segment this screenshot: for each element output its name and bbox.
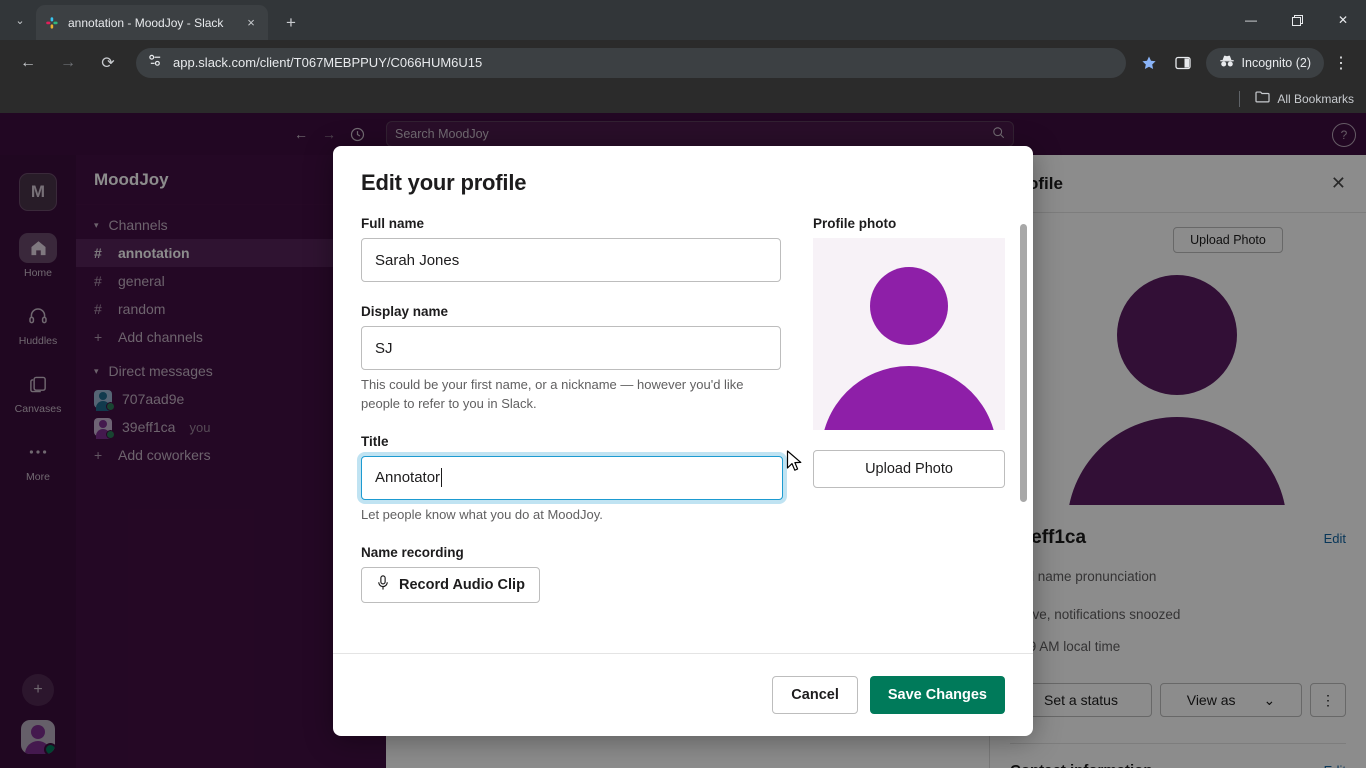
maximize-icon[interactable] [1274, 0, 1320, 40]
mouse-cursor [786, 450, 804, 474]
full-name-value: Sarah Jones [375, 251, 460, 269]
forward-icon[interactable]: → [52, 47, 84, 79]
chevron-down-icon: ⌄ [15, 14, 25, 27]
bookmarks-bar: All Bookmarks [0, 85, 1366, 113]
title-input[interactable]: Annotator [361, 455, 783, 500]
window-close-icon[interactable]: ✕ [1320, 0, 1366, 40]
record-button-label: Record Audio Clip [399, 576, 525, 593]
modal-photo-column: Profile photo Upload Photo [813, 216, 1005, 488]
display-name-input[interactable]: SJ [361, 326, 781, 370]
cancel-button[interactable]: Cancel [772, 676, 858, 714]
title-help: Let people know what you do at MoodJoy. [361, 506, 603, 522]
incognito-indicator[interactable]: Incognito (2) [1205, 47, 1324, 78]
profile-photo-label: Profile photo [813, 216, 897, 231]
back-icon[interactable]: ← [12, 47, 44, 79]
all-bookmarks-label[interactable]: All Bookmarks [1277, 92, 1354, 106]
browser-menu-icon[interactable]: ⋮ [1326, 48, 1356, 78]
modal-footer: Cancel Save Changes [333, 653, 1033, 736]
title-value: Annotator [375, 469, 441, 487]
edit-profile-modal: Edit your profile Full name Sarah Jones … [333, 146, 1033, 736]
close-icon[interactable]: × [242, 14, 260, 32]
slack-favicon-icon [44, 15, 60, 31]
folder-icon [1255, 90, 1270, 108]
display-name-value: SJ [375, 339, 393, 357]
browser-tab-strip: ⌄ annotation - MoodJoy - Slack × + — ✕ [0, 0, 1366, 40]
default-avatar-head-icon [870, 267, 948, 345]
incognito-icon [1219, 54, 1235, 71]
browser-tab-title: annotation - MoodJoy - Slack [68, 15, 224, 30]
display-name-help: This could be your first name, or a nick… [361, 377, 744, 411]
window-controls: — ✕ [1228, 0, 1366, 40]
modal-body: Edit your profile Full name Sarah Jones … [333, 146, 1033, 653]
name-recording-label: Name recording [361, 544, 464, 560]
tab-search-button[interactable]: ⌄ [6, 6, 34, 34]
url-text: app.slack.com/client/T067MEBPPUY/C066HUM… [173, 55, 483, 70]
profile-photo-preview [813, 238, 1005, 430]
reload-icon[interactable]: ⟳ [92, 47, 124, 79]
upload-photo-button[interactable]: Upload Photo [813, 450, 1005, 488]
microphone-icon [376, 574, 390, 595]
save-changes-button[interactable]: Save Changes [869, 676, 1005, 714]
address-bar[interactable]: app.slack.com/client/T067MEBPPUY/C066HUM… [136, 47, 1126, 78]
browser-toolbar: ← → ⟳ app.slack.com/client/T067MEBPPUY/C… [0, 40, 1366, 85]
side-panel-icon[interactable] [1168, 48, 1198, 78]
incognito-label: Incognito (2) [1241, 55, 1311, 70]
minimize-icon[interactable]: — [1228, 0, 1274, 40]
new-tab-button[interactable]: + [277, 9, 305, 37]
record-audio-clip-button[interactable]: Record Audio Clip [361, 566, 540, 603]
title-label: Title [361, 433, 389, 449]
divider [1239, 91, 1241, 107]
bookmark-star-icon[interactable] [1134, 48, 1164, 78]
modal-form-column: Full name Sarah Jones Display name SJ Th… [361, 216, 783, 603]
modal-title: Edit your profile [361, 170, 527, 195]
page-info-icon[interactable] [148, 53, 163, 73]
full-name-input[interactable]: Sarah Jones [361, 238, 781, 282]
modal-scrollbar[interactable] [1020, 224, 1027, 502]
full-name-label: Full name [361, 216, 425, 231]
text-caret [441, 468, 443, 488]
default-avatar-body-icon [821, 366, 997, 430]
display-name-label: Display name [361, 304, 449, 319]
browser-tab[interactable]: annotation - MoodJoy - Slack × [36, 5, 268, 40]
